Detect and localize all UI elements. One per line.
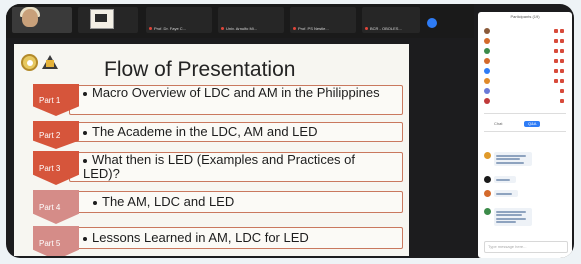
slide-title: Flow of Presentation	[104, 58, 296, 81]
message-bubble	[494, 208, 532, 226]
panel-title: Participants (19)	[510, 14, 540, 19]
self-video-tile[interactable]	[12, 7, 72, 33]
bullet-icon	[83, 158, 87, 163]
avatar	[484, 98, 490, 104]
mic-muted-icon	[560, 39, 564, 43]
mic-muted-icon	[560, 59, 564, 63]
participant-name: BCR - OBOLES...	[370, 26, 402, 31]
agenda-item-text: What then is LED (Examples and Practices…	[83, 152, 356, 181]
bullet-icon	[83, 236, 87, 241]
more-participants-icon[interactable]	[427, 18, 437, 28]
participant-row[interactable]	[484, 38, 568, 44]
agenda-item-text: The AM, LDC and LED	[102, 194, 235, 209]
avatar	[484, 48, 490, 54]
panel-tabs: Chat Q&A	[484, 121, 568, 127]
avatar	[484, 38, 490, 44]
participants-chat-panel: Participants (19) Chat Q&A Type message …	[478, 12, 572, 258]
video-off-icon	[554, 79, 558, 83]
bullet-icon	[83, 91, 87, 96]
participant-name: Prof. Dr. Faye C...	[154, 26, 187, 31]
mic-muted-icon	[560, 99, 564, 103]
participant-row[interactable]	[484, 48, 568, 54]
avatar	[484, 28, 490, 34]
part-badge: Part 2	[33, 121, 79, 149]
part-badge: Part 5	[33, 226, 79, 256]
mic-muted-icon	[293, 27, 296, 30]
video-off-icon	[554, 49, 558, 53]
video-off-icon	[554, 39, 558, 43]
meeting-window: Prof. Dr. Faye C... Univ. Arnulfo Mi... …	[6, 4, 574, 258]
avatar	[484, 190, 491, 197]
participant-row[interactable]	[484, 68, 568, 74]
participant-tile[interactable]: BCR - OBOLES...	[362, 7, 420, 33]
avatar	[484, 68, 490, 74]
message-bubble	[494, 176, 516, 183]
triangle-logo-icon	[42, 55, 58, 69]
mic-muted-icon	[560, 79, 564, 83]
mic-muted-icon	[221, 27, 224, 30]
mic-muted-icon	[365, 27, 368, 30]
agenda-item-text: Macro Overview of LDC and AM in the Phil…	[92, 85, 380, 100]
message-bubble	[494, 190, 518, 197]
avatar	[484, 208, 491, 215]
participant-row[interactable]	[484, 58, 568, 64]
avatar	[484, 152, 491, 159]
chat-input-placeholder: Type message here...	[488, 244, 527, 249]
divider	[484, 113, 566, 114]
participant-tile[interactable]: Prof. Dr. Faye C...	[146, 7, 212, 33]
mic-muted-icon	[560, 89, 564, 93]
avatar	[484, 88, 490, 94]
mic-muted-icon	[560, 49, 564, 53]
participant-face	[22, 9, 38, 27]
participant-tile[interactable]: Univ. Arnulfo Mi...	[218, 7, 284, 33]
bullet-icon	[93, 200, 97, 205]
participant-row[interactable]	[484, 28, 568, 34]
divider	[484, 131, 566, 132]
presenter-video-tile[interactable]	[78, 7, 138, 33]
video-off-icon	[554, 29, 558, 33]
part-badge: Part 4	[33, 190, 79, 224]
tab-chat[interactable]: Chat	[494, 121, 502, 127]
participant-tile[interactable]: Prof. PS Nestle...	[290, 7, 356, 33]
video-off-icon	[554, 69, 558, 73]
mic-muted-icon	[560, 69, 564, 73]
participant-row[interactable]	[484, 88, 568, 94]
avatar	[484, 58, 490, 64]
participant-strip: Prof. Dr. Faye C... Univ. Arnulfo Mi... …	[6, 4, 474, 38]
university-seal-icon	[21, 54, 38, 71]
participant-row[interactable]	[484, 98, 568, 104]
mic-muted-icon	[560, 29, 564, 33]
mic-muted-icon	[149, 27, 152, 30]
shared-slide: Flow of Presentation Part 1 Macro Overvi…	[14, 44, 409, 256]
tab-qa[interactable]: Q&A	[524, 121, 541, 127]
mini-slide-thumbnail	[90, 9, 114, 29]
bullet-icon	[83, 130, 87, 135]
agenda-item-text: The Academe in the LDC, AM and LED	[92, 124, 318, 139]
avatar	[484, 176, 491, 183]
chat-input[interactable]: Type message here...	[484, 241, 568, 253]
video-off-icon	[554, 59, 558, 63]
avatar	[484, 78, 490, 84]
message-bubble	[494, 152, 532, 166]
participant-name: Univ. Arnulfo Mi...	[226, 26, 258, 31]
participant-name: Prof. PS Nestle...	[298, 26, 329, 31]
participant-row[interactable]	[484, 78, 568, 84]
agenda-item-text: Lessons Learned in AM, LDC for LED	[92, 230, 309, 245]
